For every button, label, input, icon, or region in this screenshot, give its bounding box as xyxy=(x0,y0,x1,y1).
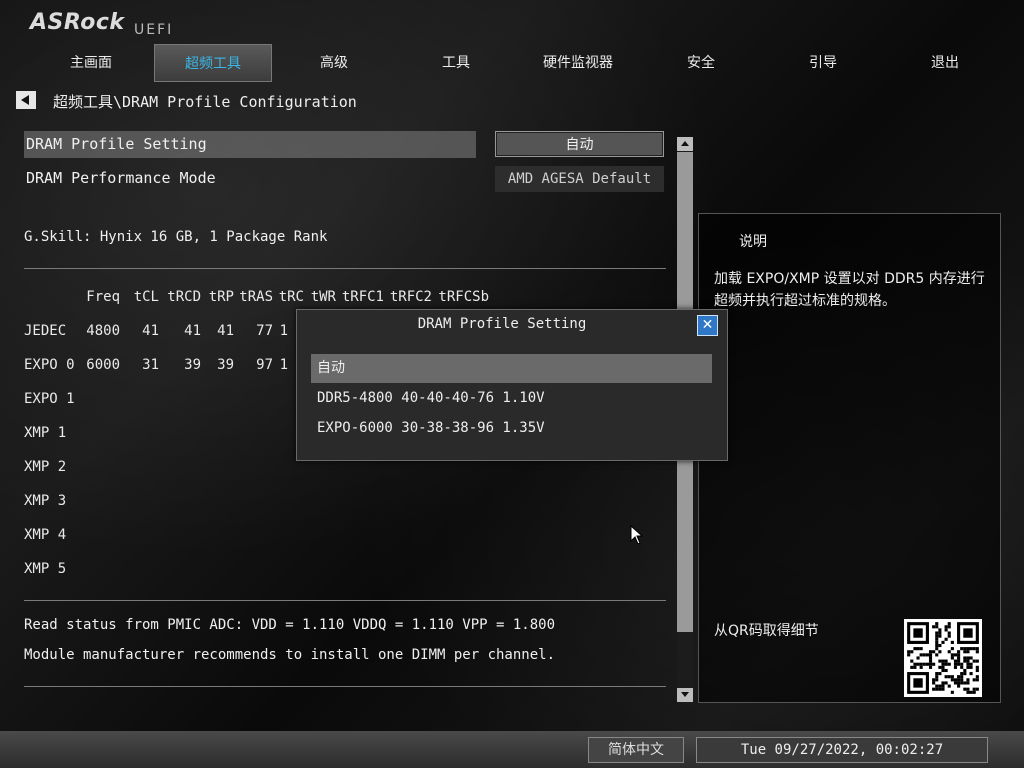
table-cell: 31 xyxy=(142,357,159,373)
table-cell: 41 xyxy=(142,323,159,339)
uefi-label: UEFI xyxy=(134,22,174,38)
tab-tool[interactable]: 工具 xyxy=(397,44,515,82)
row-xmp2-label: XMP 2 xyxy=(24,459,67,475)
datetime-display: Tue 09/27/2022, 00:02:27 xyxy=(696,737,988,763)
asrock-logo: ASRock xyxy=(30,10,125,35)
pmic-status: Read status from PMIC ADC: VDD = 1.110 V… xyxy=(24,617,556,633)
description-text: 加载 EXPO/XMP 设置以对 DDR5 内存进行超频并执行超过标准的规格。 xyxy=(714,271,985,309)
description-title: 说明 xyxy=(739,234,767,250)
dialog-option-ddr5-4800[interactable]: DDR5-4800 40-40-40-76 1.10V xyxy=(311,384,712,413)
col-header: tRFC1 xyxy=(341,289,384,305)
tab-boot[interactable]: 引导 xyxy=(764,44,882,82)
row-expo1-label: EXPO 1 xyxy=(24,391,75,407)
tab-advanced[interactable]: 高级 xyxy=(275,44,393,82)
dialog-option-expo-6000[interactable]: EXPO-6000 30-38-38-96 1.35V xyxy=(311,414,712,443)
tab-exit[interactable]: 退出 xyxy=(886,44,1004,82)
scroll-down-icon[interactable] xyxy=(677,688,693,702)
table-cell: 77 xyxy=(256,323,273,339)
col-header: Freq xyxy=(86,289,120,305)
close-icon[interactable]: ✕ xyxy=(697,315,718,336)
col-header: tCL xyxy=(133,289,159,305)
profile-setting-button[interactable]: 自动 xyxy=(495,131,664,157)
col-header: tRFC2 xyxy=(389,289,432,305)
profile-setting-label[interactable]: DRAM Profile Setting xyxy=(26,135,207,153)
dimm-recommendation: Module manufacturer recommends to instal… xyxy=(24,647,556,663)
tab-main[interactable]: 主画面 xyxy=(32,44,150,82)
divider xyxy=(24,600,666,601)
table-cell: 1 xyxy=(279,323,288,339)
col-header: tRC xyxy=(278,289,304,305)
row-jedec-label: JEDEC xyxy=(24,323,67,339)
tab-oc-tweaker[interactable]: 超频工具 xyxy=(154,44,272,82)
table-cell: 41 xyxy=(217,323,234,339)
mouse-cursor-icon xyxy=(630,525,644,545)
table-cell: 97 xyxy=(256,357,273,373)
language-button[interactable]: 简体中文 xyxy=(588,737,684,763)
col-header: tWR xyxy=(310,289,336,305)
col-header: tRAS xyxy=(239,289,273,305)
divider xyxy=(24,686,666,687)
qr-code-icon xyxy=(904,619,982,697)
col-header: tRP xyxy=(208,289,234,305)
performance-mode-label[interactable]: DRAM Performance Mode xyxy=(26,169,216,187)
table-cell: 6000 xyxy=(86,357,120,373)
qr-label: 从QR码取得细节 xyxy=(714,623,819,639)
col-header: tRFCSb xyxy=(438,289,489,305)
row-xmp3-label: XMP 3 xyxy=(24,493,67,509)
dialog-option-auto[interactable]: 自动 xyxy=(311,354,712,383)
row-xmp5-label: XMP 5 xyxy=(24,561,67,577)
table-cell: 1 xyxy=(279,357,288,373)
tab-hardware-monitor[interactable]: 硬件监视器 xyxy=(519,44,637,82)
module-info: G.Skill: Hynix 16 GB, 1 Package Rank xyxy=(24,229,328,245)
table-cell: 41 xyxy=(184,323,201,339)
table-cell: 39 xyxy=(217,357,234,373)
main-nav: 主画面 超频工具 高级 工具 硬件监视器 安全 引导 退出 xyxy=(30,44,1010,82)
table-cell: 39 xyxy=(184,357,201,373)
row-xmp1-label: XMP 1 xyxy=(24,425,67,441)
row-expo0-label: EXPO 0 xyxy=(24,357,75,373)
col-header: tRCD xyxy=(167,289,201,305)
breadcrumb: 超频工具\DRAM Profile Configuration xyxy=(53,93,357,111)
back-arrow-icon[interactable] xyxy=(16,91,36,109)
performance-mode-button[interactable]: AMD AGESA Default xyxy=(495,166,664,192)
tab-security[interactable]: 安全 xyxy=(642,44,760,82)
divider xyxy=(24,268,666,269)
table-cell: 4800 xyxy=(86,323,120,339)
row-xmp4-label: XMP 4 xyxy=(24,527,67,543)
scroll-up-icon[interactable] xyxy=(677,137,693,151)
dialog-title: DRAM Profile Setting xyxy=(417,316,587,332)
